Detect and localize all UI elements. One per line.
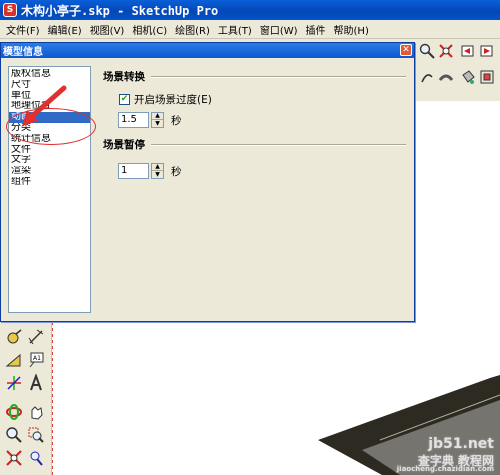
annotation-arrow-icon [22,85,67,126]
